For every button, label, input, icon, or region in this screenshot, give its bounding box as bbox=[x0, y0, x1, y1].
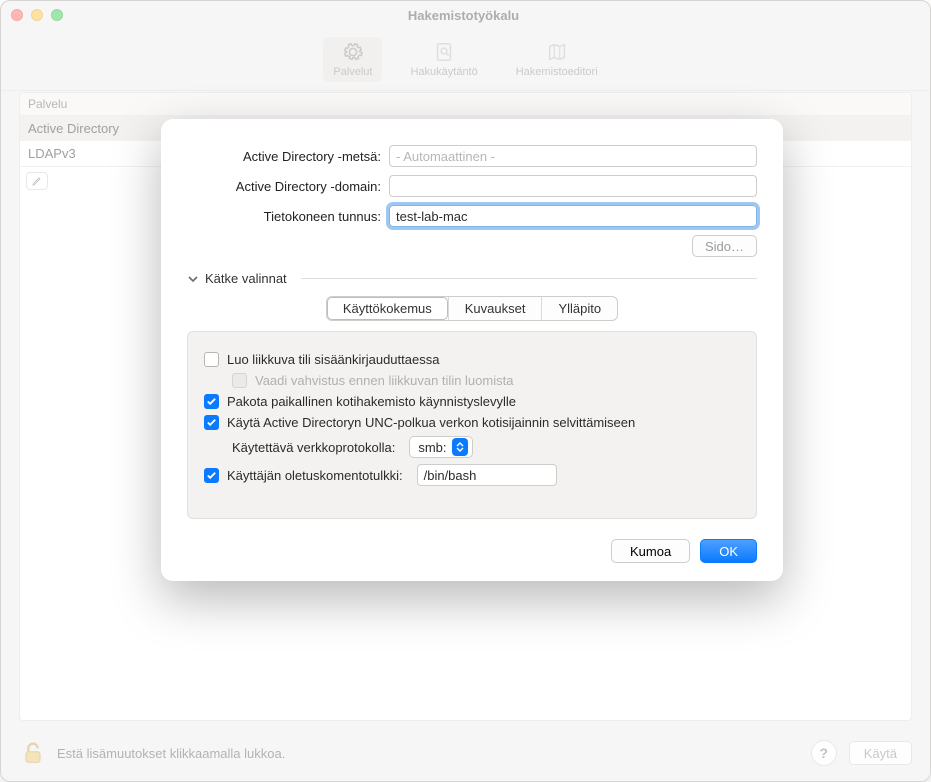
domain-label: Active Directory -domain: bbox=[187, 179, 389, 194]
chevron-down-icon bbox=[187, 273, 199, 285]
disclosure-toggle[interactable]: Kätke valinnat bbox=[187, 271, 757, 286]
options-panel: Luo liikkuva tili sisäänkirjauduttaessa … bbox=[187, 331, 757, 519]
tab-ux[interactable]: Käyttökokemus bbox=[327, 297, 448, 320]
forest-field[interactable]: - Automaattinen - bbox=[389, 145, 757, 167]
disclosure-label: Kätke valinnat bbox=[205, 271, 287, 286]
label-default-shell: Käyttäjän oletuskomentotulkki: bbox=[227, 468, 403, 483]
bind-button[interactable]: Sido… bbox=[692, 235, 757, 257]
forest-label: Active Directory -metsä: bbox=[187, 149, 389, 164]
checkbox-force-local-home[interactable] bbox=[204, 394, 219, 409]
protocol-select[interactable]: smb: bbox=[409, 436, 473, 458]
computer-id-label: Tietokoneen tunnus: bbox=[187, 209, 389, 224]
label-require-confirm: Vaadi vahvistus ennen liikkuvan tilin lu… bbox=[255, 373, 513, 388]
ad-config-sheet: Active Directory -metsä: - Automaattinen… bbox=[161, 119, 783, 581]
tab-mappings[interactable]: Kuvaukset bbox=[448, 297, 542, 320]
ok-button[interactable]: OK bbox=[700, 539, 757, 563]
shell-field[interactable]: /bin/bash bbox=[417, 464, 557, 486]
label-use-unc: Käytä Active Directoryn UNC-polkua verko… bbox=[227, 415, 635, 430]
computer-id-field[interactable]: test-lab-mac bbox=[389, 205, 757, 227]
label-mobile-account: Luo liikkuva tili sisäänkirjauduttaessa bbox=[227, 352, 439, 367]
checkbox-default-shell[interactable] bbox=[204, 468, 219, 483]
label-protocol: Käytettävä verkkoprotokolla: bbox=[232, 440, 395, 455]
options-tabs: Käyttökokemus Kuvaukset Ylläpito bbox=[187, 296, 757, 321]
cancel-button[interactable]: Kumoa bbox=[611, 539, 690, 563]
checkbox-mobile-account[interactable] bbox=[204, 352, 219, 367]
app-window: Hakemistotyökalu Palvelut Hakukäytäntö H… bbox=[0, 0, 931, 782]
select-arrows-icon bbox=[452, 438, 468, 456]
tab-admin[interactable]: Ylläpito bbox=[541, 297, 617, 320]
checkbox-use-unc[interactable] bbox=[204, 415, 219, 430]
checkbox-require-confirm bbox=[232, 373, 247, 388]
label-force-local-home: Pakota paikallinen kotihakemisto käynnis… bbox=[227, 394, 516, 409]
domain-field[interactable] bbox=[389, 175, 757, 197]
